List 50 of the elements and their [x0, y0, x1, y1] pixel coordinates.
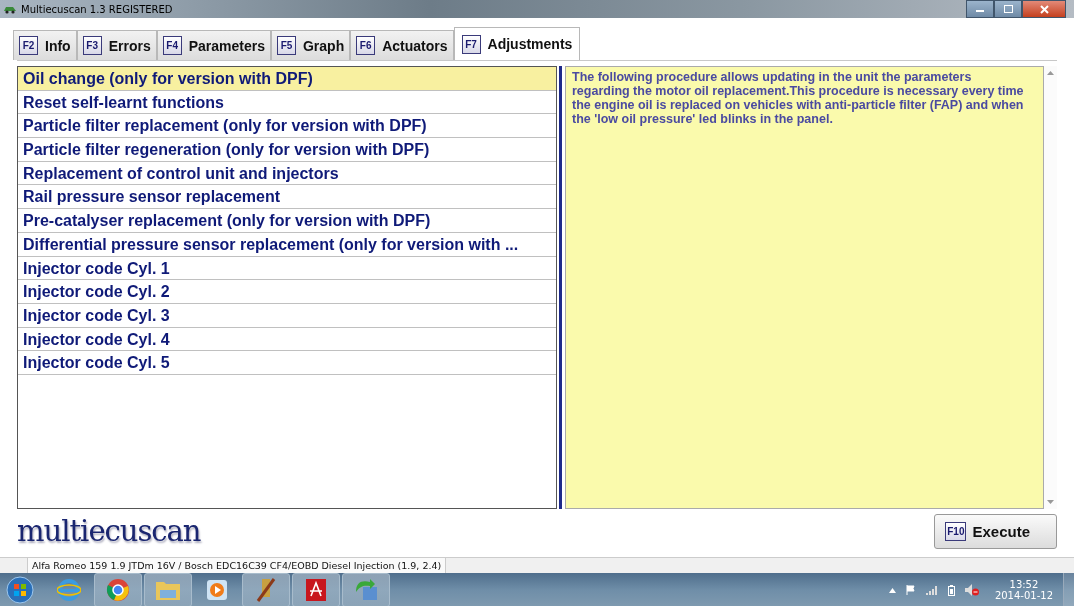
procedure-item[interactable]: Injector code Cyl. 4 [18, 327, 556, 352]
circle-icon [106, 578, 130, 602]
battery-icon[interactable] [947, 584, 955, 596]
up-arrow-icon[interactable] [888, 587, 896, 593]
clock-time[interactable]: 13:52 [1009, 579, 1039, 590]
execute-button[interactable]: F10 Execute [934, 513, 1057, 549]
maximize-icon [1003, 5, 1013, 13]
play-icon [206, 579, 228, 601]
taskbar-button[interactable] [242, 573, 290, 606]
window-title: Multiecuscan 1.3 REGISTERED [21, 3, 173, 15]
procedure-item[interactable]: Injector code Cyl. 2 [18, 280, 556, 304]
procedure-item[interactable]: Reset self-learnt functions [18, 90, 556, 115]
minimize-button[interactable] [966, 0, 994, 18]
procedure-item[interactable]: Differential pressure sensor replacement (only for version with ... [18, 232, 556, 257]
flag-icon[interactable] [905, 585, 916, 595]
status-text: Alfa Romeo 159 1.9 JTDm 16V / Bosch EDC16C39 CF4/EOBD Diesel Injection (1.9, 2.4) [27, 558, 447, 573]
tab[interactable]: F2 Info [13, 30, 77, 60]
brush-icon [254, 577, 278, 603]
procedure-item[interactable]: Rail pressure sensor replacement [18, 185, 556, 210]
procedure-item[interactable]: Injector code Cyl. 3 [18, 303, 556, 328]
tab[interactable]: F3 Errors [76, 30, 157, 60]
scroll-up-icon[interactable] [1047, 70, 1054, 75]
procedure-item[interactable]: Particle filter replacement (only for version with DPF) [18, 114, 556, 139]
procedure-item[interactable]: Pre-catalyser replacement (only for version with DPF) [18, 209, 556, 233]
scroll-down-icon[interactable] [1047, 500, 1054, 505]
tab[interactable]: F6 Actuators [350, 30, 454, 60]
scroll-bar[interactable] [1044, 66, 1057, 509]
car-icon [3, 4, 17, 14]
description-text: The following procedure allows updating in the unit the parameters regarding the motor oil replacement.This procedure is necessary every time the engine oil is replaced on vehicles with anti-particle filter (FAP) and when the 'low oil pressure' led blinks in the panel. [565, 66, 1044, 509]
signal-icon[interactable] [925, 585, 938, 595]
close-button[interactable] [1022, 0, 1066, 18]
tab[interactable]: F4 Parameters [156, 30, 271, 60]
folder-icon [155, 579, 181, 601]
close-icon [1039, 4, 1049, 14]
procedure-item[interactable]: Oil change (only for version with DPF) [18, 67, 556, 91]
procedure-item[interactable]: Injector code Cyl. 1 [18, 256, 556, 281]
procedure-item[interactable]: Injector code Cyl. 5 [18, 351, 556, 375]
e-icon [57, 578, 81, 602]
logo: multiecuscan [17, 514, 201, 548]
procedure-item[interactable]: Particle filter regeneration (only for version with DPF) [18, 138, 556, 162]
maximize-button[interactable] [994, 0, 1022, 18]
start-button[interactable] [6, 576, 34, 604]
document-icon [305, 578, 327, 602]
arrow-window-icon [354, 578, 378, 602]
muted-speaker-icon[interactable] [964, 584, 979, 596]
tab[interactable]: F5 Graph [270, 30, 351, 60]
procedure-item[interactable]: Replacement of control unit and injectors [18, 161, 556, 186]
tab[interactable]: F7 Adjustments [453, 27, 581, 60]
taskbar-button[interactable] [94, 573, 142, 606]
taskbar-button[interactable] [292, 573, 340, 606]
